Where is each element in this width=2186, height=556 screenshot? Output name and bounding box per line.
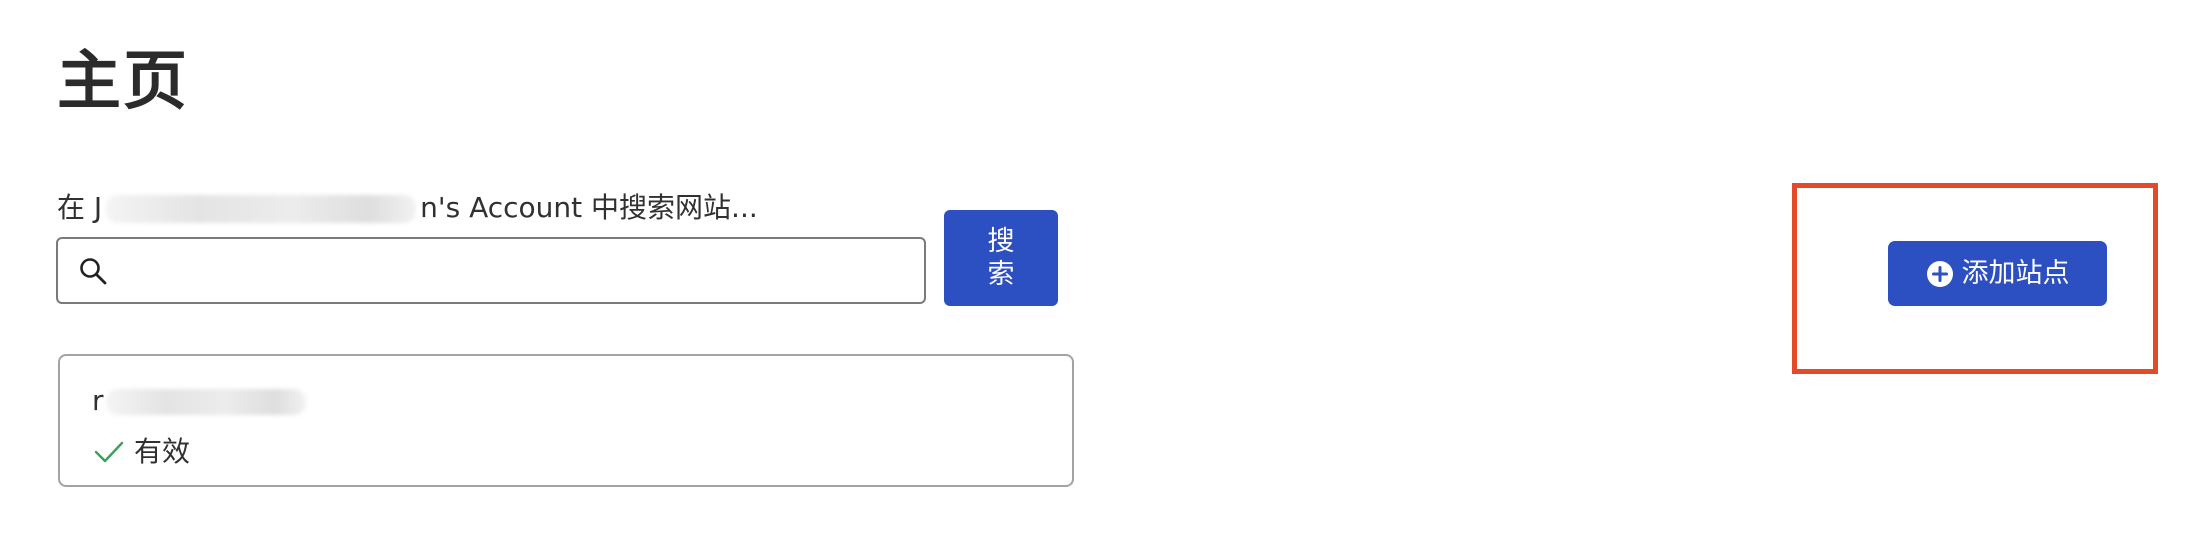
plus-circle-icon — [1926, 260, 1953, 287]
search-icon — [80, 258, 107, 285]
search-button[interactable]: 搜索 — [944, 210, 1058, 306]
add-site-button[interactable]: 添加站点 — [1888, 241, 2107, 306]
search-input[interactable] — [122, 247, 916, 297]
check-icon — [94, 441, 124, 463]
search-field[interactable] — [56, 237, 926, 304]
site-name-prefix: r — [92, 384, 104, 417]
search-label: 在 J n's Account 中搜索网站... — [57, 190, 758, 226]
redacted-account-name — [106, 195, 417, 223]
redacted-site-name — [105, 389, 306, 415]
search-label-prefix: 在 J — [57, 191, 103, 224]
status-text: 有效 — [134, 435, 191, 468]
site-name: r — [92, 381, 308, 421]
add-site-label: 添加站点 — [1961, 257, 2070, 289]
search-label-suffix: n's Account 中搜索网站... — [420, 191, 758, 224]
site-card[interactable]: r 有效 — [58, 354, 1074, 487]
site-status: 有效 — [94, 432, 190, 472]
page-title: 主页 — [57, 45, 189, 119]
